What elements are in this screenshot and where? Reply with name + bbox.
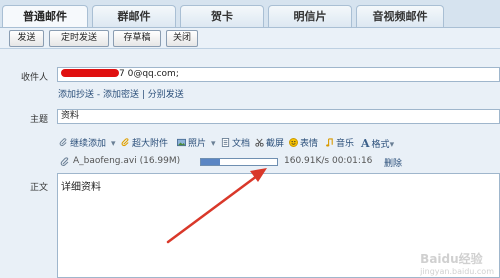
attachment-filename: A_baofeng.avi (16.99M): [73, 156, 181, 166]
compose-tabbar: 普通邮件 群邮件 贺卡 明信片 音视频邮件: [0, 0, 500, 28]
font-a-icon: A: [361, 137, 370, 150]
photo-icon: [177, 138, 186, 147]
cc-links: 添加抄送 - 添加密送 | 分别发送: [58, 90, 184, 100]
watermark-sub: jingyan.baidu.com: [420, 267, 494, 276]
continue-add-button[interactable]: 继续添加: [59, 137, 106, 151]
emoji-button[interactable]: 表情: [289, 137, 318, 151]
scissors-icon: [255, 138, 264, 147]
upload-progress-bar: [200, 158, 278, 166]
screenshot-button[interactable]: 截屏: [255, 137, 284, 151]
paperclip-icon: [59, 138, 67, 147]
music-button[interactable]: 音乐: [325, 137, 354, 151]
compose-form: 收件人 7 0@qq.com; 添加抄送 - 添加密送 | 分别发送 主题 资料…: [0, 49, 500, 278]
tab-group-mail[interactable]: 群邮件: [92, 5, 176, 27]
format-bar: 继续添加 ▾ 超大附件 照片 ▾ 文档 截屏 表情 音乐 A 格式▾: [57, 135, 500, 151]
document-icon: [221, 138, 230, 147]
attachment-row: A_baofeng.avi (16.99M) 160.91K/s 00:01:1…: [57, 154, 500, 170]
add-bcc-link[interactable]: 添加密送: [103, 90, 139, 100]
photo-button[interactable]: 照片: [177, 137, 206, 151]
photo-dropdown-icon[interactable]: ▾: [211, 137, 216, 151]
watermark-main: Baidu经验: [420, 252, 483, 266]
format-button[interactable]: A 格式▾: [361, 137, 394, 151]
watermark: Baidu经验 jingyan.baidu.com: [420, 250, 494, 276]
chevron-down-icon: ▾: [389, 140, 395, 150]
send-button[interactable]: 发送: [9, 30, 44, 47]
continue-add-dropdown-icon[interactable]: ▾: [111, 137, 116, 151]
smiley-icon: [289, 138, 298, 147]
subject-field[interactable]: 资料: [57, 109, 500, 124]
separate-send-link[interactable]: 分别发送: [148, 90, 184, 100]
delete-attachment-link[interactable]: 删除: [384, 156, 402, 169]
tab-normal-mail[interactable]: 普通邮件: [2, 5, 88, 28]
to-value: 7 0@qq.com;: [119, 69, 179, 79]
tab-av-mail[interactable]: 音视频邮件: [356, 5, 444, 27]
upload-speed-text: 160.91K/s 00:01:16: [284, 156, 373, 166]
tab-postcard[interactable]: 明信片: [268, 5, 352, 27]
to-field[interactable]: 7 0@qq.com;: [57, 67, 500, 82]
music-note-icon: [326, 138, 333, 147]
tab-greeting-card[interactable]: 贺卡: [180, 5, 264, 27]
scheduled-send-button[interactable]: 定时发送: [49, 30, 109, 47]
body-text: 详细资料: [61, 182, 101, 193]
redaction-mark: [61, 69, 119, 77]
big-attachment-button[interactable]: 超大附件: [121, 137, 168, 151]
to-label: 收件人: [20, 73, 48, 83]
paperclip-icon: [121, 138, 129, 147]
add-cc-link[interactable]: 添加抄送: [58, 90, 94, 100]
save-draft-button[interactable]: 存草稿: [113, 30, 161, 47]
paperclip-icon: [60, 157, 69, 166]
document-button[interactable]: 文档: [221, 137, 250, 151]
upload-progress-fill: [201, 159, 220, 165]
compose-toolbar: 发送 定时发送 存草稿 关闭: [0, 27, 500, 49]
subject-label: 主题: [29, 115, 48, 125]
body-label: 正文: [29, 183, 48, 193]
close-button[interactable]: 关闭: [166, 30, 198, 47]
